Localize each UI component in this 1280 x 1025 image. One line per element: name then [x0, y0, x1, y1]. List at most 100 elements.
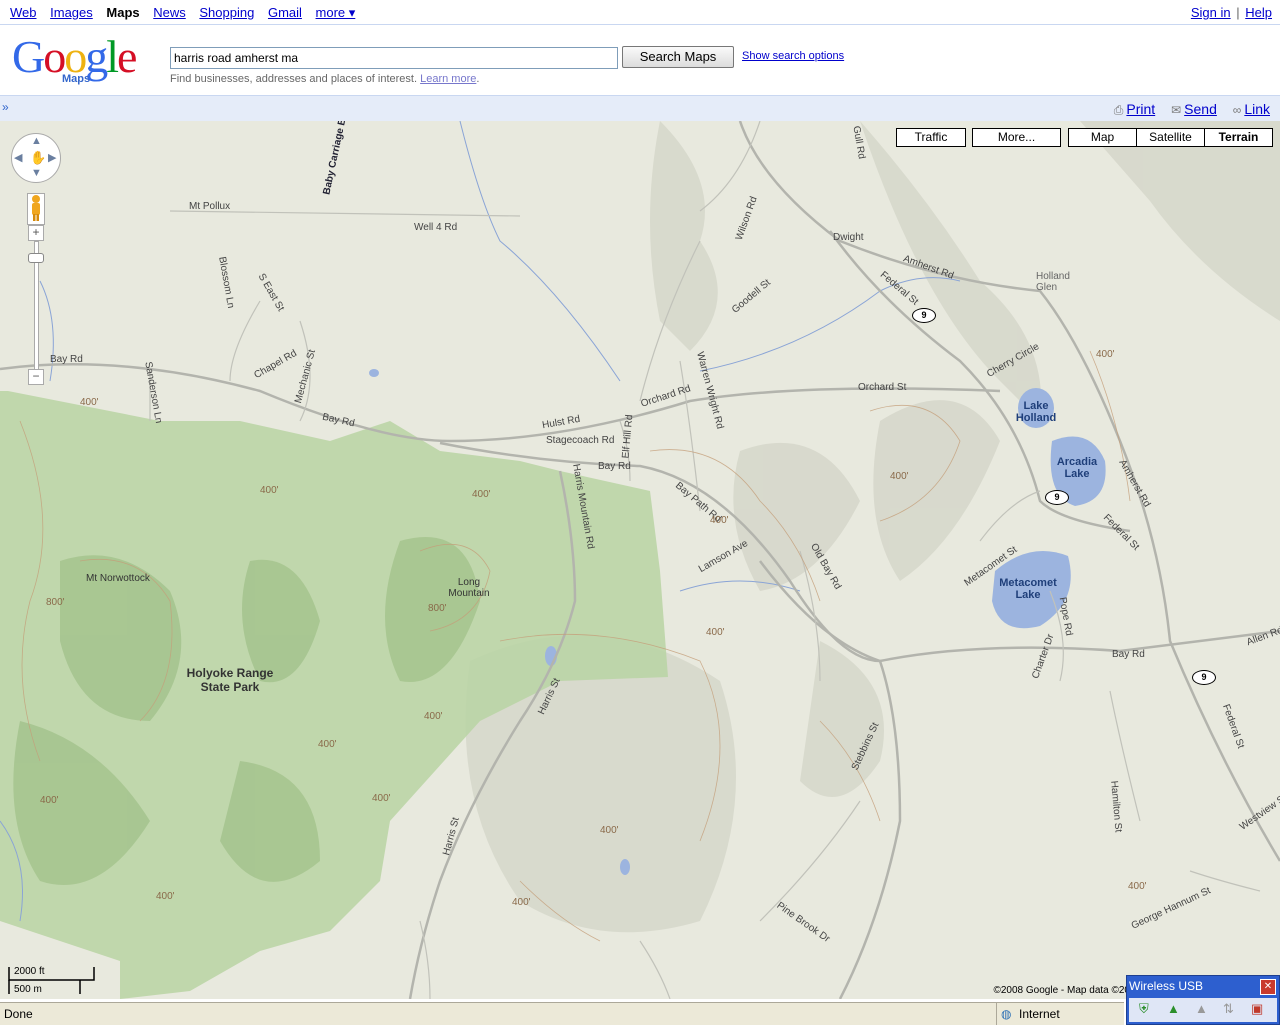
tray-icons: ⛨ ▲ ▲ ⇅ ▣	[1129, 998, 1277, 1022]
elevation-label: 400'	[372, 793, 391, 804]
lake-label: Metacomet Lake	[999, 577, 1057, 601]
zoom-slider-handle[interactable]	[28, 253, 44, 263]
elevation-label: 400'	[156, 891, 175, 902]
pan-down-icon[interactable]: ▼	[31, 167, 42, 179]
link-link[interactable]: Link	[1244, 101, 1270, 117]
traffic-button[interactable]: Traffic	[896, 128, 966, 147]
nav-images-link[interactable]: Images	[50, 5, 93, 20]
lake-label: Lake Holland	[1015, 400, 1057, 424]
elevation-label: 400'	[706, 627, 725, 638]
lake-label: Arcadia Lake	[1056, 456, 1098, 480]
zone-label: Internet	[1019, 1007, 1060, 1021]
chain-link-icon: ∞	[1232, 103, 1242, 117]
elevation-label: 400'	[472, 489, 491, 500]
security-zone: ◍ Internet	[996, 1003, 1125, 1025]
town-label: Dwight	[833, 232, 864, 243]
shield-icon[interactable]: ⛨	[1139, 1001, 1149, 1017]
elevation-label: 400'	[80, 397, 99, 408]
nav-more-link[interactable]: more ▾	[316, 5, 356, 20]
nav-shopping-link[interactable]: Shopping	[199, 5, 254, 20]
terrain-base	[0, 121, 1280, 999]
zoom-in-button[interactable]: +	[28, 225, 44, 241]
network-icon[interactable]: ▲	[1167, 1001, 1180, 1016]
peak-label: Mt Pollux	[189, 201, 231, 212]
route-9-shield: 9	[1192, 670, 1216, 685]
scale-bar: 2000 ft 500 m	[8, 966, 98, 996]
logo-sub: Maps	[62, 73, 91, 85]
elevation-label: 400'	[710, 515, 729, 526]
hint-text: Find businesses, addresses and places of…	[170, 73, 418, 85]
road-label: Bay Rd	[1112, 649, 1145, 660]
pan-up-icon[interactable]: ▲	[31, 135, 42, 147]
show-search-options-link[interactable]: Show search options	[742, 50, 844, 62]
park-label: Holyoke Range State Park	[186, 666, 274, 694]
expand-sidebar-button[interactable]: »	[2, 100, 9, 114]
elevation-label: 400'	[890, 471, 909, 482]
account-links: Sign in | Help	[1191, 5, 1272, 20]
network-idle-icon[interactable]: ▲	[1195, 1001, 1208, 1016]
nav-news-link[interactable]: News	[153, 5, 186, 20]
learn-more-link[interactable]: Learn more	[420, 73, 476, 85]
elevation-label: 400'	[600, 825, 619, 836]
road-label: Stagecoach Rd	[546, 435, 615, 446]
map-toolbar: » ⎙ Print ✉ Send ∞ Link	[0, 95, 1280, 121]
elevation-label: 400'	[424, 711, 443, 722]
search-maps-button[interactable]: Search Maps	[622, 46, 734, 68]
peak-label: Long Mountain	[448, 577, 490, 599]
popup-title: Wireless USB	[1129, 979, 1204, 993]
map-type-satellite-button[interactable]: Satellite	[1136, 128, 1205, 147]
map-type-terrain-button[interactable]: Terrain	[1204, 128, 1273, 147]
print-link[interactable]: Print	[1126, 101, 1155, 117]
search-input[interactable]	[170, 47, 618, 69]
elevation-label: 400'	[1096, 349, 1115, 360]
nav-web-link[interactable]: Web	[10, 5, 37, 20]
globe-icon: ◍	[1001, 1007, 1012, 1021]
zoom-out-button[interactable]: −	[28, 369, 44, 385]
more-layers-button[interactable]: More...	[972, 128, 1061, 147]
sign-in-link[interactable]: Sign in	[1191, 5, 1231, 20]
toolbar-links: ⎙ Print ✉ Send ∞ Link	[1102, 101, 1270, 118]
road-label: Well 4 Rd	[414, 222, 458, 233]
print-icon: ⎙	[1113, 103, 1124, 117]
peak-label: Mt Norwottock	[86, 573, 150, 584]
road-label: Bay Rd	[598, 461, 631, 472]
nav-maps-current: Maps	[106, 5, 140, 20]
elevation-label: 400'	[40, 795, 59, 806]
place-label: Holland Glen	[1036, 271, 1070, 293]
close-icon[interactable]: ✕	[1260, 979, 1276, 995]
separator: |	[1236, 5, 1240, 20]
elevation-label: 800'	[46, 597, 65, 608]
route-9-shield: 9	[912, 308, 936, 323]
map-type-map-button[interactable]: Map	[1068, 128, 1137, 147]
map-copyright: ©2008 Google - Map data ©20	[993, 985, 1131, 996]
scale-feet: 2000 ft	[14, 966, 45, 977]
send-link[interactable]: Send	[1184, 101, 1217, 117]
hand-icon[interactable]: ✋	[30, 150, 46, 166]
pan-control[interactable]: ▲ ◀ ▶ ▼ ✋	[11, 133, 61, 183]
google-maps-logo[interactable]: Google Maps	[12, 34, 162, 89]
top-navigation: Web Images Maps News Shopping Gmail more…	[0, 0, 1280, 25]
elevation-label: 400'	[260, 485, 279, 496]
road-label: Orchard St	[858, 382, 907, 393]
pan-left-icon[interactable]: ◀	[14, 151, 22, 164]
envelope-icon: ✉	[1171, 103, 1182, 117]
search-hint: Find businesses, addresses and places of…	[170, 73, 480, 85]
elevation-label: 400'	[512, 897, 531, 908]
route-9-shield: 9	[1045, 490, 1069, 505]
battery-icon[interactable]: ▣	[1251, 1001, 1263, 1017]
status-text: Done	[4, 1007, 33, 1021]
elevation-label: 400'	[1128, 881, 1147, 892]
elevation-label: 400'	[318, 739, 337, 750]
road-label: Bay Rd	[50, 354, 83, 365]
nav-gmail-link[interactable]: Gmail	[268, 5, 302, 20]
browser-status-bar: Done ◍ Internet	[0, 1002, 1124, 1025]
pan-right-icon[interactable]: ▶	[48, 151, 56, 164]
service-links: Web Images Maps News Shopping Gmail more…	[10, 5, 365, 21]
help-link[interactable]: Help	[1245, 5, 1272, 20]
zoom-control: + −	[28, 221, 44, 389]
wireless-usb-popup: Wireless USB ✕ ⛨ ▲ ▲ ⇅ ▣	[1126, 975, 1280, 1025]
terrain-map[interactable]: Mt Pollux Dwight Holland Glen Lake Holla…	[0, 121, 1280, 999]
scale-meters: 500 m	[14, 984, 42, 995]
elevation-label: 800'	[428, 603, 447, 614]
transfer-icon[interactable]: ⇅	[1223, 1001, 1234, 1017]
